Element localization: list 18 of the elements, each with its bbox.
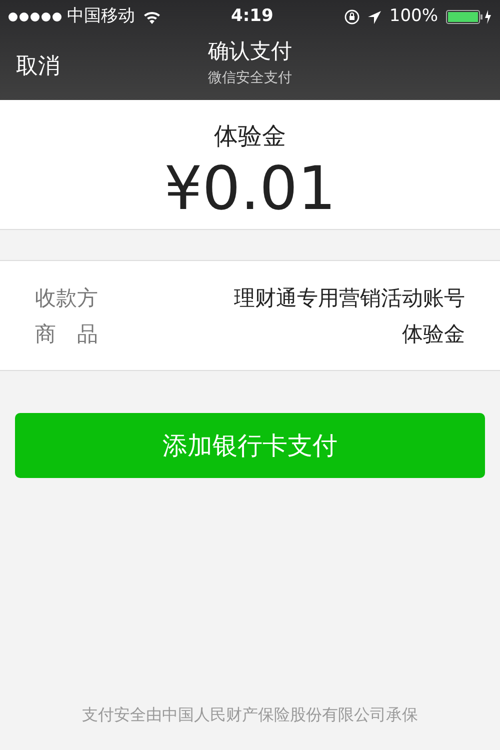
- location-icon: [368, 10, 382, 24]
- rotation-lock-icon: [344, 9, 360, 25]
- field-label: 商 品: [35, 320, 98, 348]
- signal-icon: [8, 12, 63, 22]
- clock: 4:19: [231, 5, 274, 28]
- battery-percent: 100%: [389, 5, 438, 28]
- wifi-icon: [143, 10, 161, 24]
- field-label: 收款方: [35, 285, 98, 312]
- field-value: 理财通专用营销活动账号: [234, 285, 465, 312]
- footer-note: 支付安全由中国人民财产保险股份有限公司承保: [82, 705, 418, 724]
- carrier-name: 中国移动: [67, 5, 135, 28]
- amount: ¥0.01: [164, 154, 336, 224]
- cancel-button[interactable]: 取消: [16, 50, 60, 83]
- product-name: 体验金: [214, 121, 286, 152]
- page-title: 确认支付: [208, 38, 292, 64]
- battery-icon: [446, 9, 492, 25]
- field-value: 体验金: [402, 320, 465, 348]
- page-subtitle: 微信安全支付: [208, 70, 292, 86]
